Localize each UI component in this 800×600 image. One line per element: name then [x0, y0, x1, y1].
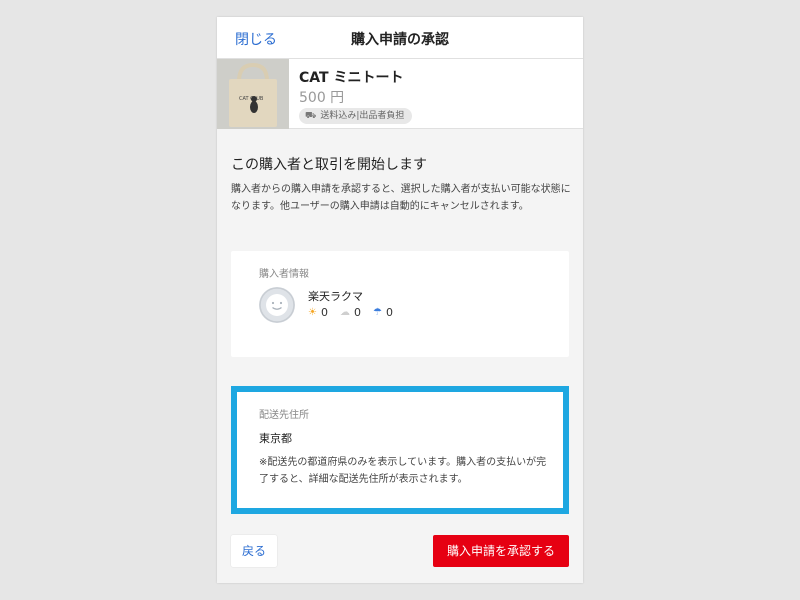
- modal-header: 閉じる 購入申請の承認: [217, 17, 583, 59]
- rating-good-count: 0: [320, 306, 328, 319]
- buyer-info-label: 購入者情報: [259, 269, 309, 280]
- shipping-address-label: 配送先住所: [259, 410, 309, 421]
- shipping-badge: ⛟ 送料込み|出品者負担: [299, 108, 413, 124]
- rating-bad: ☂ 0: [373, 306, 393, 319]
- truck-icon: ⛟: [305, 111, 317, 121]
- product-summary: CAT CLUB CAT ミニトート 500 円 ⛟送料込み|出品者負担: [217, 59, 583, 129]
- purchase-approval-modal: 閉じる 購入申請の承認 CAT CLUB CAT ミニトート 500 円 ⛟送料…: [217, 17, 583, 583]
- buyer-name: 楽天ラクマ: [308, 290, 363, 303]
- product-price: 500 円: [299, 90, 345, 106]
- intro-description: 購入者からの購入申請を承認すると、選択した購入者が支払い可能な状態になります。他…: [231, 184, 571, 212]
- shipping-address-card: 配送先住所 東京都 ※配送先の都道府県のみを表示しています。購入者の支払いが完了…: [231, 386, 569, 514]
- sun-icon: ☀: [308, 307, 317, 318]
- cloud-icon: ☁: [339, 307, 350, 318]
- shipping-prefecture: 東京都: [259, 432, 292, 445]
- shipping-badge-label: 送料込み|出品者負担: [320, 111, 405, 121]
- intro-title: この購入者と取引を開始します: [231, 157, 427, 173]
- approve-purchase-button[interactable]: 購入申請を承認する: [433, 535, 569, 567]
- rating-normal: ☁ 0: [340, 306, 361, 319]
- rating-good: ☀ 0: [308, 306, 328, 319]
- avatar: [259, 287, 295, 323]
- product-thumbnail: CAT CLUB: [217, 59, 289, 129]
- product-name: CAT ミニトート: [299, 70, 404, 86]
- rating-bad-count: 0: [385, 306, 393, 319]
- shipping-address-note: ※配送先の都道府県のみを表示しています。購入者の支払いが完了すると、詳細な配送先…: [259, 457, 547, 485]
- umbrella-icon: ☂: [372, 307, 382, 318]
- rating-normal-count: 0: [353, 306, 361, 319]
- buyer-ratings: ☀ 0 ☁ 0 ☂ 0: [308, 306, 393, 319]
- buyer-info-card: 購入者情報 楽天ラクマ ☀ 0 ☁ 0 ☂ 0: [231, 251, 569, 357]
- back-button[interactable]: 戻る: [231, 535, 277, 567]
- page-title: 購入申請の承認: [351, 32, 449, 48]
